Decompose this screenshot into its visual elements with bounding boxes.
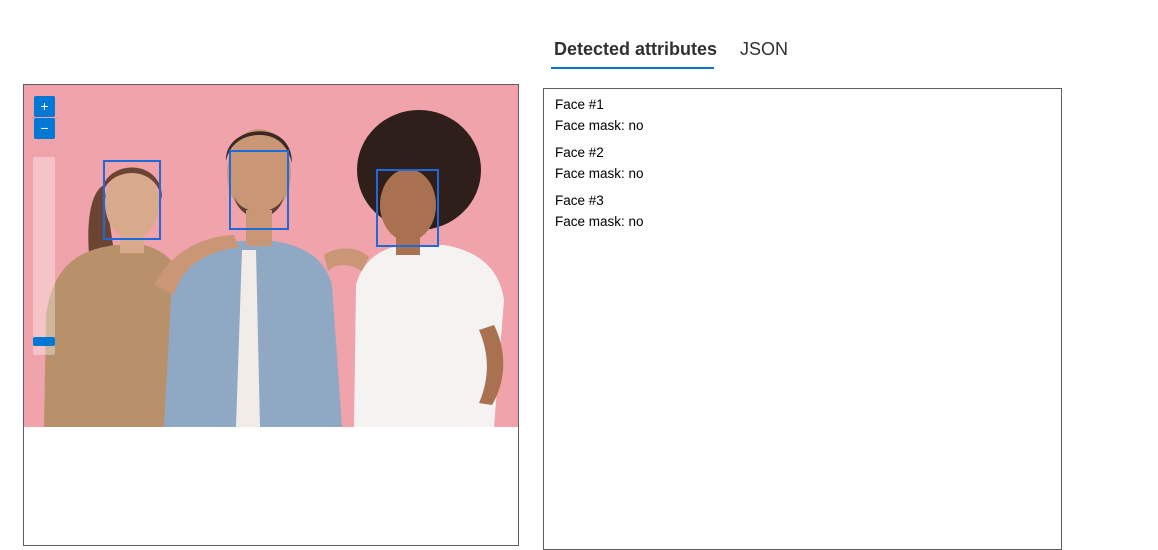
active-tab-indicator: [551, 67, 714, 69]
face-result-3: Face #3 Face mask: no: [555, 190, 644, 232]
photo-illustration: [44, 110, 504, 427]
face-box-1[interactable]: [103, 160, 161, 240]
detected-attributes-panel: Face #1 Face mask: no Face #2 Face mask:…: [543, 88, 1062, 550]
face-mask-value: Face mask: no: [555, 118, 644, 133]
tab-json[interactable]: JSON: [740, 36, 788, 62]
zoom-slider[interactable]: [33, 157, 55, 355]
face-result-2: Face #2 Face mask: no: [555, 142, 644, 184]
tab-detected-attributes[interactable]: Detected attributes: [554, 36, 717, 62]
face-mask-value: Face mask: no: [555, 214, 644, 229]
face-box-3[interactable]: [376, 169, 439, 247]
zoom-out-button[interactable]: −: [34, 118, 55, 139]
zoom-slider-handle[interactable]: [33, 336, 55, 346]
zoom-in-button[interactable]: +: [34, 96, 55, 117]
face-mask-value: Face mask: no: [555, 166, 644, 181]
face-title: Face #2: [555, 145, 604, 160]
face-box-2[interactable]: [229, 150, 289, 230]
face-title: Face #3: [555, 193, 604, 208]
face-title: Face #1: [555, 97, 604, 112]
image-viewer[interactable]: + −: [23, 84, 519, 546]
face-result-1: Face #1 Face mask: no: [555, 94, 644, 136]
analyzed-photo: + −: [24, 85, 518, 427]
